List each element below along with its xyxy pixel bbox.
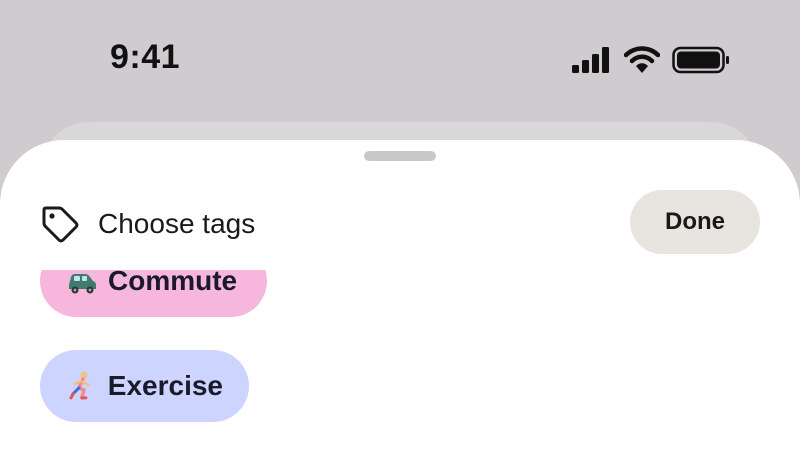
- runner-emoji-icon: [69, 371, 91, 400]
- status-bar: 9:41: [0, 0, 800, 120]
- tag-label: Commute: [108, 270, 238, 296]
- done-button[interactable]: Done: [630, 190, 760, 254]
- choose-tags-sheet: Choose tags Done Commute Exercise: [0, 140, 800, 450]
- sheet-grabber[interactable]: [364, 151, 436, 161]
- status-icons: [572, 44, 730, 76]
- tag-list[interactable]: Commute Exercise: [0, 270, 800, 450]
- cellular-signal-icon: [572, 47, 609, 73]
- tag-icon: [42, 206, 79, 243]
- wifi-icon: [624, 46, 660, 73]
- car-emoji-icon: [69, 274, 96, 294]
- sheet-title: Choose tags: [98, 208, 256, 239]
- tag-chip-commute[interactable]: Commute: [40, 270, 267, 317]
- sheet-header: Choose tags Done: [40, 190, 760, 254]
- status-time: 9:41: [110, 38, 181, 76]
- tag-chip-exercise[interactable]: Exercise: [40, 350, 249, 422]
- battery-icon: [672, 46, 729, 74]
- screen: 9:41 Choose tags Done Commute Exercise: [0, 0, 800, 450]
- tag-label: Exercise: [107, 370, 223, 401]
